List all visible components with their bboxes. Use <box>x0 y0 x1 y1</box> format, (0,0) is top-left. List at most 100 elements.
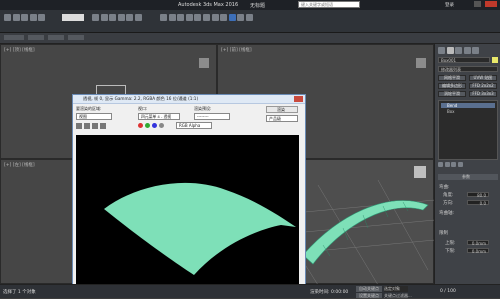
stack-item-label: Box <box>447 109 455 114</box>
viewcube-icon[interactable] <box>416 58 426 68</box>
search-input[interactable]: 键入关键字或短语 <box>298 1 360 8</box>
modifier-button-0[interactable]: 网格平滑 <box>438 75 466 81</box>
auto-key-button[interactable]: 自动关键点 <box>356 286 382 292</box>
render-button[interactable]: 渲染 <box>266 106 298 113</box>
area-value: 视图 <box>79 114 87 119</box>
modifier-button-2[interactable]: 编辑多边形 <box>438 83 466 89</box>
scale-icon[interactable] <box>134 14 142 21</box>
green-channel-icon[interactable] <box>145 123 150 128</box>
hierarchy-tab-icon[interactable] <box>455 47 463 54</box>
save-image-icon[interactable] <box>76 123 82 129</box>
angle-label: 角度: <box>443 193 454 198</box>
area-select[interactable]: 视图 <box>76 113 112 120</box>
mirror-icon[interactable] <box>185 14 193 21</box>
select-icon[interactable] <box>92 14 99 21</box>
viewcube-icon[interactable] <box>414 166 426 178</box>
product-value: 产品级 <box>269 116 281 121</box>
command-panel: Box001 修改器列表 网格平滑 UVW 贴图 编辑多边形 FFD 2x2x2… <box>434 44 500 298</box>
ribbon-tab[interactable] <box>4 35 24 40</box>
area-label: 要渲染的区域: <box>76 106 102 111</box>
display-tab-icon[interactable] <box>472 47 480 54</box>
viewport-label: 视口: <box>138 106 148 111</box>
modifier-button-3[interactable]: FFD 2x2x2 <box>469 83 497 89</box>
preset-select[interactable]: -------- <box>194 113 230 120</box>
rendered-surface <box>104 182 296 275</box>
status-prompt: 渲染时间: 0:00:00 <box>310 290 349 295</box>
create-tab-icon[interactable] <box>438 47 445 54</box>
object-color-swatch[interactable] <box>492 57 498 63</box>
render-label: 渲染 <box>277 107 285 112</box>
show-end-result-icon[interactable] <box>444 162 450 167</box>
align-icon[interactable] <box>194 14 202 21</box>
minimize-button[interactable] <box>474 1 481 7</box>
main-toolbar <box>0 10 500 33</box>
upper-spinner[interactable]: 0.0mm <box>467 240 489 246</box>
rendered-frame-window: 透视, 帧 0, 显示 Gamma: 2.2, RGBA 颜色 16 位/通道 … <box>72 94 306 298</box>
rect-select-icon[interactable] <box>109 14 117 21</box>
stack-item-bend[interactable]: Bend <box>441 103 495 108</box>
make-unique-icon[interactable] <box>451 162 457 167</box>
modifier-button-1[interactable]: UVW 贴图 <box>469 75 497 81</box>
modifier-stack: Bend Box <box>438 100 498 160</box>
key-filters-button[interactable]: 关键点过滤器... <box>384 293 414 298</box>
product-select[interactable]: 产品级 <box>266 115 298 122</box>
red-channel-icon[interactable] <box>138 123 143 128</box>
modifier-list-dropdown[interactable]: 修改器列表 <box>438 66 498 72</box>
copy-image-icon[interactable] <box>84 123 90 129</box>
print-icon[interactable] <box>100 123 106 129</box>
modify-tab-icon[interactable] <box>446 47 454 54</box>
render-setup-icon[interactable] <box>237 14 245 21</box>
selection-filter[interactable] <box>62 14 84 21</box>
modifier-button-5[interactable]: FFD 3x3x3 <box>469 91 497 97</box>
angle-spinner[interactable]: 80.0 <box>467 192 489 198</box>
dialog-close-button[interactable] <box>294 96 303 102</box>
signin-button[interactable]: 登录 <box>445 2 454 8</box>
bind-icon[interactable] <box>38 14 46 21</box>
viewport-select[interactable]: 四元菜单 4 - 透视 <box>138 113 180 120</box>
motion-tab-icon[interactable] <box>463 47 471 54</box>
file-name: 无标题 <box>250 3 266 9</box>
object-name-field[interactable]: Box001 <box>438 57 490 63</box>
lower-value: 0.0mm <box>471 249 486 254</box>
viewcube-icon[interactable] <box>199 58 209 68</box>
link-icon[interactable] <box>21 14 29 21</box>
render-icon[interactable] <box>245 14 253 21</box>
pin-stack-icon[interactable] <box>438 162 443 167</box>
rotate-icon[interactable] <box>126 14 134 21</box>
material-editor-icon[interactable] <box>228 14 236 21</box>
dialog-title: 透视, 帧 0, 显示 Gamma: 2.2, RGBA 颜色 16 位/通道 … <box>83 96 199 101</box>
stack-toolbar <box>438 162 498 168</box>
axis-label: 弯曲轴: <box>439 211 455 216</box>
ribbon-tab[interactable] <box>28 35 44 40</box>
stack-item-box[interactable]: Box <box>441 109 495 114</box>
undo-icon[interactable] <box>4 14 11 21</box>
dir-spinner[interactable]: 0.0 <box>467 200 489 206</box>
unlink-icon[interactable] <box>29 14 37 21</box>
select-by-name-icon[interactable] <box>100 14 108 21</box>
clone-frame-icon[interactable] <box>92 123 98 129</box>
ribbon-tab[interactable] <box>68 35 84 40</box>
dialog-title-bar[interactable]: 透视, 帧 0, 显示 Gamma: 2.2, RGBA 颜色 16 位/通道 … <box>73 95 305 104</box>
layer-icon[interactable] <box>202 14 210 21</box>
alpha-channel-icon[interactable] <box>159 123 164 128</box>
percent-snap-icon[interactable] <box>177 14 185 21</box>
blue-channel-icon[interactable] <box>152 123 157 128</box>
channel-select[interactable]: RGB Alpha <box>176 122 212 129</box>
angle-value: 80.0 <box>477 193 486 198</box>
selected-dropdown[interactable]: 选定对象 <box>384 286 408 292</box>
set-key-button[interactable]: 设置关键点 <box>356 293 382 298</box>
ribbon-tab[interactable] <box>48 35 64 40</box>
snap-icon[interactable] <box>160 14 167 21</box>
modifier-button-4[interactable]: 涡轮平滑 <box>438 91 466 97</box>
curve-editor-icon[interactable] <box>211 14 219 21</box>
status-bar: 选择了 1 个对象 渲染时间: 0:00:00 自动关键点 选定对象 设置关键点… <box>0 284 500 298</box>
angle-snap-icon[interactable] <box>168 14 176 21</box>
redo-icon[interactable] <box>12 14 20 21</box>
lower-spinner[interactable]: 0.0mm <box>467 248 489 254</box>
move-icon[interactable] <box>117 14 125 21</box>
schematic-icon[interactable] <box>220 14 228 21</box>
status-left: 选择了 1 个对象 <box>3 290 36 295</box>
remove-modifier-icon[interactable] <box>457 162 463 167</box>
params-rollout-header[interactable]: 参数 <box>438 174 498 180</box>
close-button[interactable] <box>485 1 497 7</box>
